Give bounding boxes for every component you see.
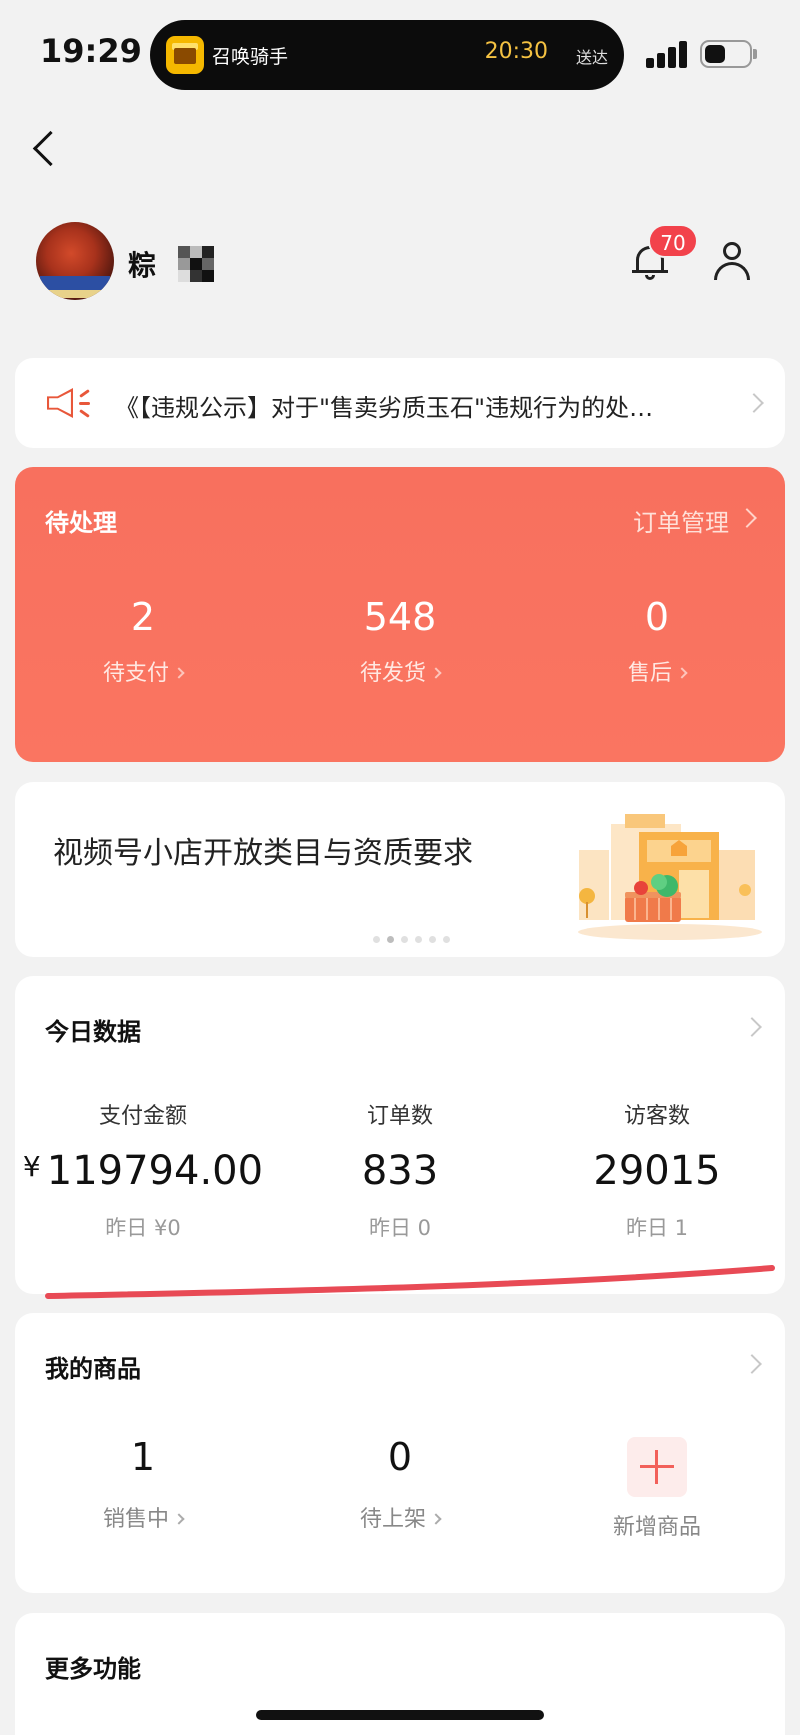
stat-value: 0: [387, 1435, 413, 1479]
chevron-right-icon: [742, 1354, 762, 1374]
live-activity-eta: 20:30: [484, 39, 548, 64]
chevron-right-icon: [173, 667, 185, 679]
order-management-link[interactable]: 订单管理: [633, 503, 729, 538]
megaphone-icon: [45, 384, 91, 422]
notification-badge: 70: [648, 224, 698, 258]
chevron-right-icon: [744, 393, 764, 413]
metric-label: 访客数: [623, 1104, 690, 1129]
live-activity-eta-suffix: 送达: [575, 48, 608, 67]
metric-yesterday: 昨日 1: [625, 1216, 689, 1240]
my-goods-card[interactable]: 我的商品 1 销售中 0 待上架 新增商品: [15, 1313, 785, 1593]
chevron-right-icon: [676, 667, 688, 679]
carousel-indicator: [373, 928, 457, 943]
my-goods-title: 我的商品: [45, 1355, 141, 1383]
add-goods-button[interactable]: 新增商品: [547, 1437, 767, 1541]
status-bar: 19:29 召唤骑手 20:30 送达: [0, 0, 800, 110]
pending-shipment-stat[interactable]: 548 待发货: [290, 595, 510, 687]
annotation-underline: [45, 1265, 775, 1299]
metric-yesterday: 昨日 0: [368, 1216, 432, 1240]
live-activity-title: 召唤骑手: [212, 46, 289, 68]
after-sales-stat[interactable]: 0 售后: [547, 595, 767, 687]
banner-text: 视频号小店开放类目与资质要求: [53, 836, 473, 871]
on-sale-stat[interactable]: 1 销售中: [33, 1435, 253, 1533]
notice-text: 《【违规公示】对于"售卖劣质玉石"违规行为的处…: [115, 394, 654, 422]
metric-value: 119794.00: [46, 1148, 264, 1194]
battery-icon: [700, 40, 757, 68]
stat-label: 售后: [627, 661, 672, 686]
visitor-count-metric: 访客数 29015 昨日 1: [529, 1098, 785, 1242]
payment-amount-metric: 支付金额 ¥119794.00 昨日 ¥0: [15, 1098, 271, 1242]
stat-value: 2: [130, 595, 156, 639]
stat-value: 0: [644, 595, 670, 639]
chevron-right-icon: [430, 1513, 442, 1525]
user-icon[interactable]: [712, 240, 752, 280]
promo-banner[interactable]: 视频号小店开放类目与资质要求: [15, 782, 785, 957]
shop-name-redaction: [178, 246, 224, 286]
metric-value: 29015: [593, 1148, 721, 1194]
chevron-right-icon: [737, 508, 757, 528]
metric-value: 833: [361, 1148, 439, 1194]
pending-listing-stat[interactable]: 0 待上架: [290, 1435, 510, 1533]
today-data-title: 今日数据: [45, 1018, 141, 1046]
shop-avatar[interactable]: [36, 222, 114, 300]
more-functions-title: 更多功能: [45, 1655, 141, 1683]
cellular-signal-icon: [646, 40, 690, 68]
pending-title: 待处理: [45, 509, 117, 537]
order-count-metric: 订单数 833 昨日 0: [272, 1098, 528, 1242]
stat-label: 销售中: [102, 1507, 169, 1532]
chevron-right-icon: [173, 1513, 185, 1525]
stat-label: 待发货: [359, 661, 426, 686]
stat-value: 548: [363, 595, 437, 639]
plus-icon: [627, 1437, 687, 1497]
add-goods-label: 新增商品: [612, 1515, 701, 1540]
metric-label: 订单数: [366, 1104, 433, 1129]
today-data-card[interactable]: 今日数据 支付金额 ¥119794.00 昨日 ¥0 订单数 833 昨日 0 …: [15, 976, 785, 1294]
metric-yesterday: 昨日 ¥0: [105, 1216, 181, 1240]
dynamic-island[interactable]: 召唤骑手 20:30 送达: [150, 20, 624, 90]
delivery-app-icon: [166, 36, 204, 74]
metric-label: 支付金额: [98, 1104, 187, 1129]
notice-bar[interactable]: 《【违规公示】对于"售卖劣质玉石"违规行为的处…: [15, 358, 785, 448]
back-icon[interactable]: [30, 128, 70, 172]
shop-name: 粽: [128, 249, 157, 282]
stat-value: 1: [130, 1435, 156, 1479]
pending-orders-card: 待处理 订单管理 2 待支付 548 待发货 0 售后: [15, 467, 785, 762]
storefront-illustration: [575, 814, 765, 942]
clock: 19:29: [40, 32, 142, 70]
stat-label: 待支付: [102, 661, 169, 686]
chevron-right-icon: [430, 667, 442, 679]
currency-symbol: ¥: [22, 1150, 41, 1183]
stat-label: 待上架: [359, 1507, 426, 1532]
home-indicator[interactable]: [256, 1710, 544, 1720]
pending-payment-stat[interactable]: 2 待支付: [33, 595, 253, 687]
chevron-right-icon: [742, 1017, 762, 1037]
